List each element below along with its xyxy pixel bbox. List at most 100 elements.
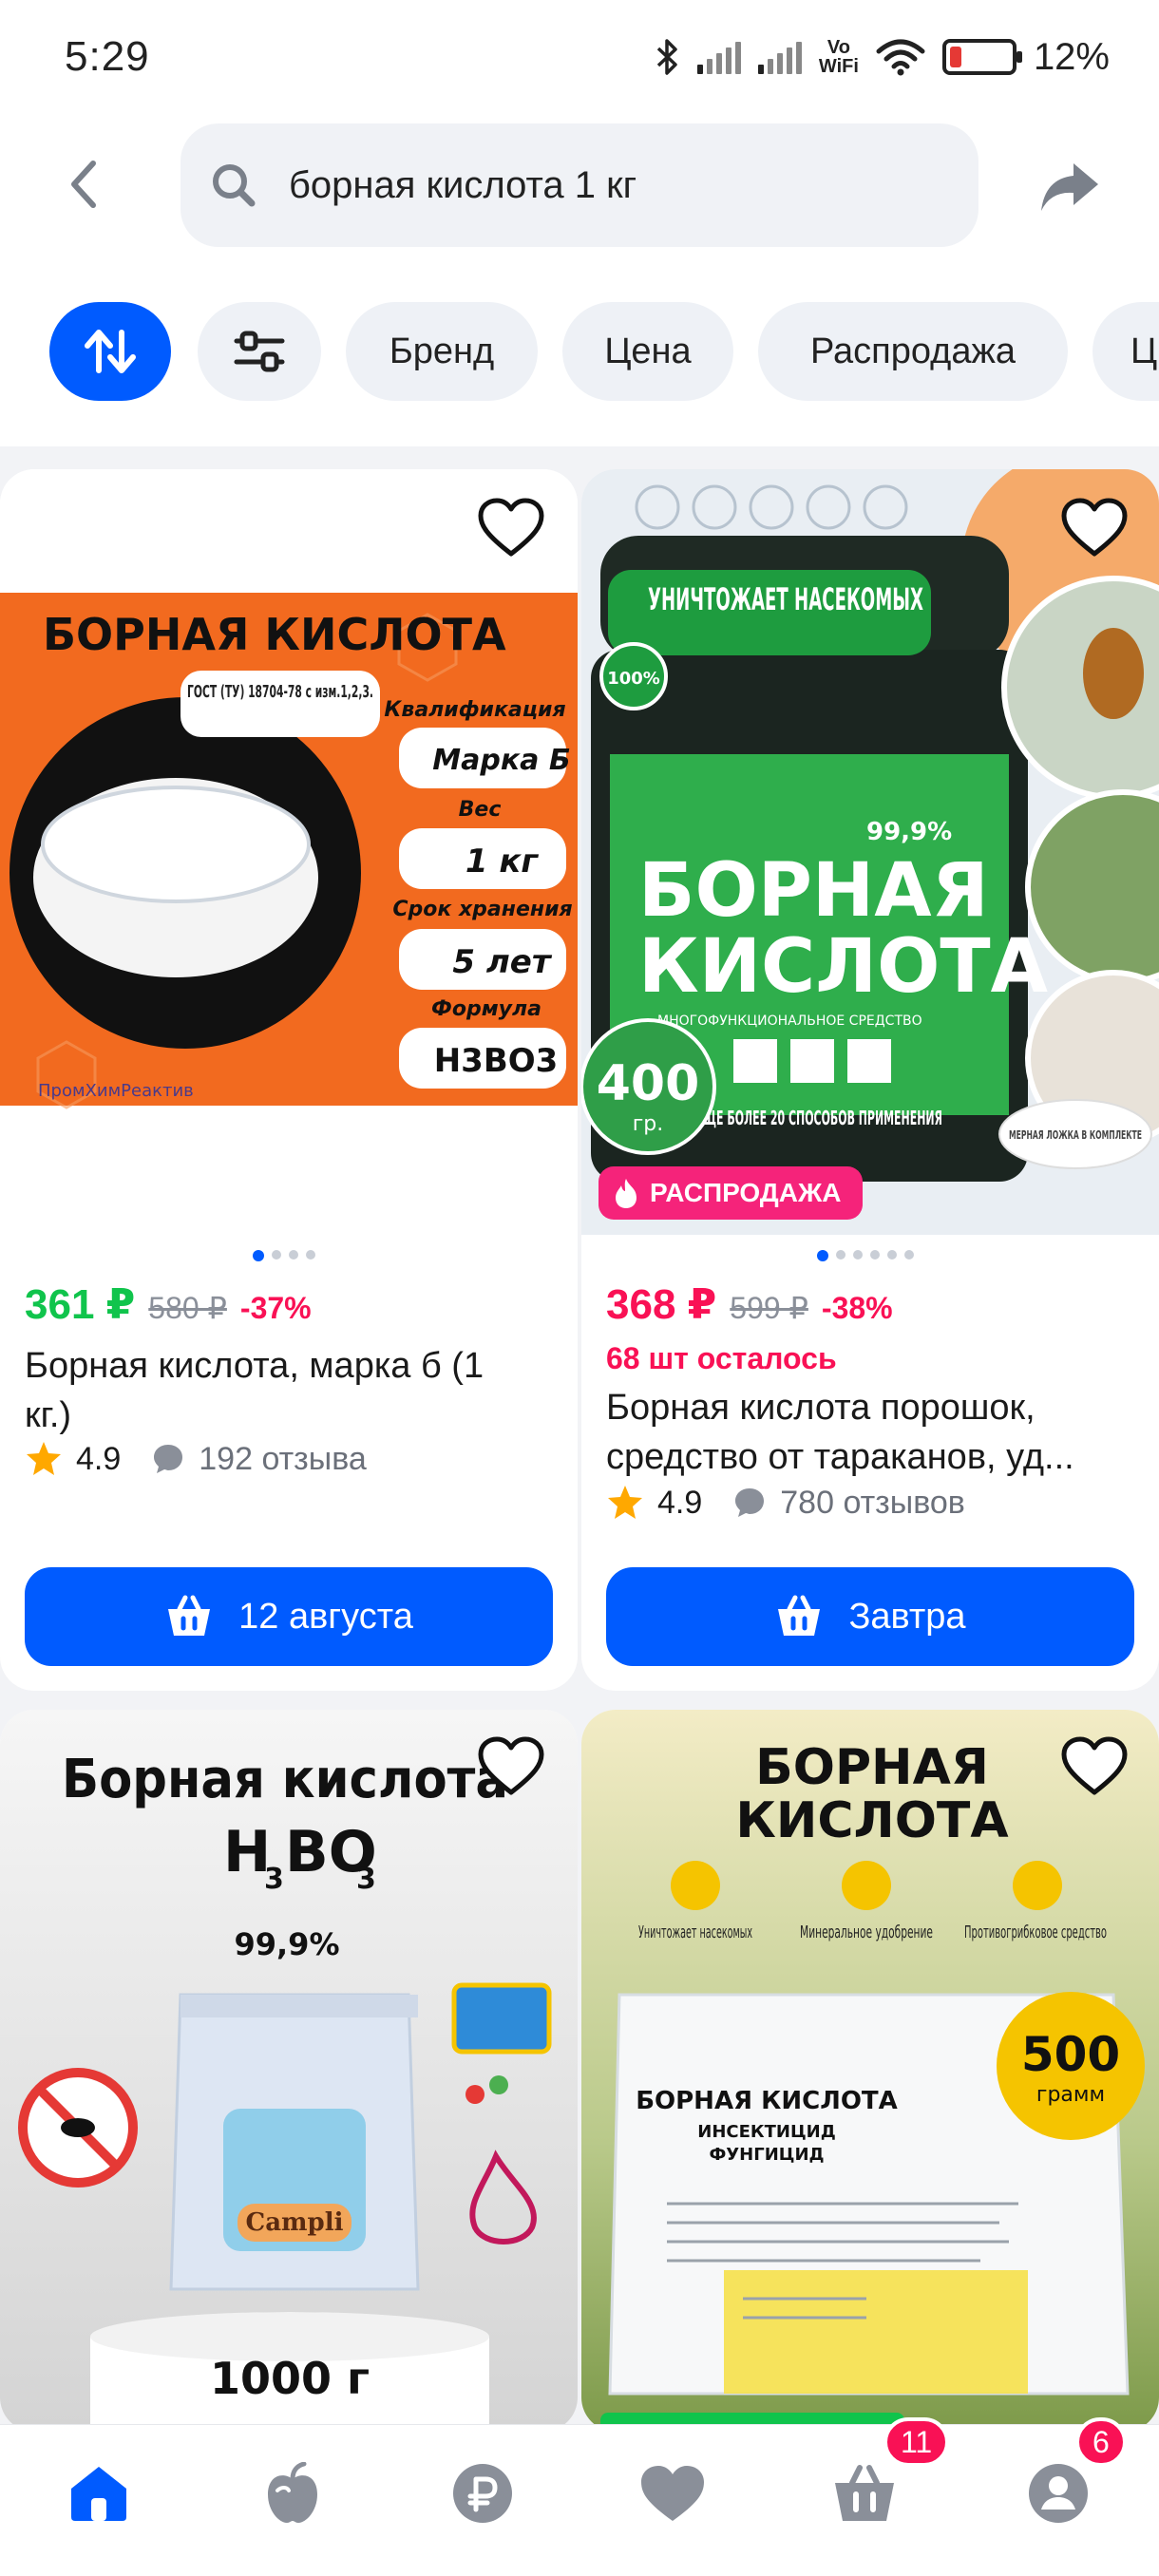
price: 368 ₽ — [606, 1281, 717, 1328]
heart-icon — [641, 2466, 704, 2521]
reviews-count[interactable]: 192 отзыва — [199, 1441, 367, 1478]
product-image[interactable]: УНИЧТОЖАЕТ НАСЕКОМЫХ 100% 99,9% БОРНАЯ К… — [581, 469, 1159, 1235]
image-pager-dots — [817, 1250, 914, 1261]
product-photo: БОРНАЯ КИСЛОТА ГОСТ (ТУ) 18704-78 с изм.… — [0, 593, 578, 1109]
feature-fertilizer: Минеральное удобрение — [800, 1923, 933, 1942]
weight-value: 1 кг — [466, 843, 540, 881]
nav-favorites[interactable] — [625, 2446, 720, 2541]
purity: 99,9% — [234, 1926, 339, 1962]
status-bar: 5:29 Vo WiFi 12% — [0, 0, 1159, 114]
pack-title: БОРНАЯ КИСЛОТА — [636, 2087, 898, 2115]
stamp: 100% — [607, 669, 660, 689]
image-heading: Борная кислота — [62, 1749, 508, 1810]
product-photo: УНИЧТОЖАЕТ НАСЕКОМЫХ 100% 99,9% БОРНАЯ К… — [581, 469, 1159, 1235]
discount: -37% — [239, 1291, 312, 1325]
pack-weight-unit: грамм — [1036, 2083, 1105, 2107]
add-to-cart-button[interactable]: Завтра — [606, 1567, 1134, 1666]
formula-h-sub: 3 — [264, 1863, 284, 1896]
formula-value: H3BO3 — [434, 1042, 559, 1080]
product-title[interactable]: Борная кислота порошок, средство от тара… — [606, 1383, 1119, 1482]
share-icon — [1041, 163, 1098, 211]
favorite-button[interactable] — [1056, 490, 1132, 566]
filter-chip-brand[interactable]: Бренд — [346, 302, 538, 401]
battery-percent: 12% — [1033, 35, 1110, 78]
package-weight: 1000 г — [210, 2353, 370, 2404]
cart-count-badge: 11 — [884, 2417, 950, 2467]
sale-badge-label: РАСПРОДАЖА — [650, 1178, 842, 1207]
image-heading-2: КИСЛОТА — [735, 1792, 1008, 1849]
product-card[interactable]: БОРНАЯ КИСЛОТА Уничтожает насекомых Мине… — [581, 1710, 1159, 2432]
scoop-note: МЕРНАЯ ЛОЖКА В КОМПЛЕКТЕ — [1009, 1128, 1142, 1142]
discount: -38% — [821, 1291, 893, 1325]
banner-line: УНИЧТОЖАЕТ НАСЕКОМЫХ — [648, 581, 923, 617]
gost-label: ГОСТ (ТУ) 18704-78 с изм.1,2,3. — [187, 682, 373, 702]
favorite-button[interactable] — [1056, 1729, 1132, 1805]
brand-label: Campli — [246, 2208, 344, 2237]
profile-icon — [1029, 2464, 1088, 2523]
basket-icon — [168, 1595, 211, 1636]
jar-heading-2: КИСЛОТА — [638, 924, 1048, 1010]
share-button[interactable] — [1036, 152, 1104, 220]
rating-row: 4.9 192 отзыва — [25, 1440, 367, 1478]
rating-value: 4.9 — [76, 1440, 122, 1477]
jar-weight-unit: гр. — [633, 1112, 664, 1136]
product-photo: БОРНАЯ КИСЛОТА Уничтожает насекомых Мине… — [581, 1710, 1159, 2432]
search-input[interactable]: борная кислота 1 кг — [180, 123, 978, 247]
favorite-button[interactable] — [473, 490, 549, 566]
status-time: 5:29 — [65, 33, 150, 80]
star-icon — [27, 1442, 61, 1475]
stock-left: 68 шт осталось — [606, 1341, 837, 1375]
sale-badge: РАСПРОДАЖА — [598, 1166, 863, 1220]
pack-subtitle-2: ФУНГИЦИД — [709, 2145, 824, 2165]
vowifi-icon: Vo WiFi — [818, 37, 859, 77]
ruble-icon — [453, 2464, 512, 2523]
filter-chip-price[interactable]: Цена — [562, 302, 733, 401]
image-pager-dots — [253, 1250, 315, 1261]
price-row: 361 ₽ 580 ₽ -37% — [25, 1280, 312, 1329]
home-icon — [71, 2467, 126, 2521]
nav-home[interactable] — [51, 2446, 146, 2541]
search-icon — [213, 164, 256, 207]
purity: 99,9% — [866, 818, 952, 846]
sort-arrows-icon — [85, 330, 136, 373]
add-to-cart-button[interactable]: 12 августа — [25, 1567, 553, 1666]
product-image[interactable]: БОРНАЯ КИСЛОТА Уничтожает насекомых Мине… — [581, 1710, 1159, 2432]
heart-icon — [1061, 498, 1128, 557]
formula-label: Формула — [431, 997, 542, 1021]
star-icon — [608, 1486, 642, 1519]
bottom-navigation: 11 6 — [0, 2417, 1159, 2576]
filter-chip-sale[interactable]: Распродажа — [758, 302, 1068, 401]
old-price: 580 ₽ — [148, 1291, 227, 1325]
nav-fresh[interactable] — [245, 2446, 340, 2541]
profile-notification-badge: 6 — [1075, 2417, 1127, 2467]
product-card[interactable]: УНИЧТОЖАЕТ НАСЕКОМЫХ 100% 99,9% БОРНАЯ К… — [581, 469, 1159, 1691]
old-price: 599 ₽ — [730, 1291, 808, 1325]
filter-bar: Бренд Цена Распродажа Ц — [0, 256, 1159, 446]
product-title[interactable]: Борная кислота, марка б (1 кг.) — [25, 1341, 538, 1440]
feature-insects: Уничтожает насекомых — [638, 1923, 752, 1942]
filter-chip-more[interactable]: Ц — [1092, 302, 1159, 401]
sort-button[interactable] — [49, 302, 171, 401]
reviews-count[interactable]: 780 отзывов — [780, 1485, 965, 1522]
apple-icon — [268, 2462, 317, 2523]
delivery-date: 12 августа — [238, 1596, 413, 1637]
battery-icon — [941, 39, 1022, 75]
signal-icon-2 — [757, 40, 802, 74]
qualification-value: Марка Б — [432, 744, 571, 777]
product-image[interactable]: Борная кислота H 3 BO 3 99,9% Campli 100… — [0, 1710, 578, 2432]
bluetooth-icon — [656, 39, 677, 75]
product-card[interactable]: БОРНАЯ КИСЛОТА ГОСТ (ТУ) 18704-78 с изм.… — [0, 469, 578, 1691]
back-button[interactable] — [53, 154, 114, 215]
shelf-life-label: Срок хранения — [392, 898, 572, 921]
image-heading-1: БОРНАЯ — [755, 1739, 989, 1796]
search-header: борная кислота 1 кг — [0, 114, 1159, 256]
price-row: 368 ₽ 599 ₽ -38% — [606, 1280, 893, 1329]
product-image[interactable]: БОРНАЯ КИСЛОТА ГОСТ (ТУ) 18704-78 с изм.… — [0, 469, 578, 1229]
pack-weight: 500 — [1021, 2027, 1120, 2082]
product-card[interactable]: Борная кислота H 3 BO 3 99,9% Campli 100… — [0, 1710, 578, 2432]
delivery-date: Завтра — [848, 1596, 966, 1637]
rating-value: 4.9 — [657, 1484, 703, 1521]
nav-finance[interactable] — [435, 2446, 530, 2541]
favorite-button[interactable] — [473, 1729, 549, 1805]
filter-settings-button[interactable] — [198, 302, 321, 401]
